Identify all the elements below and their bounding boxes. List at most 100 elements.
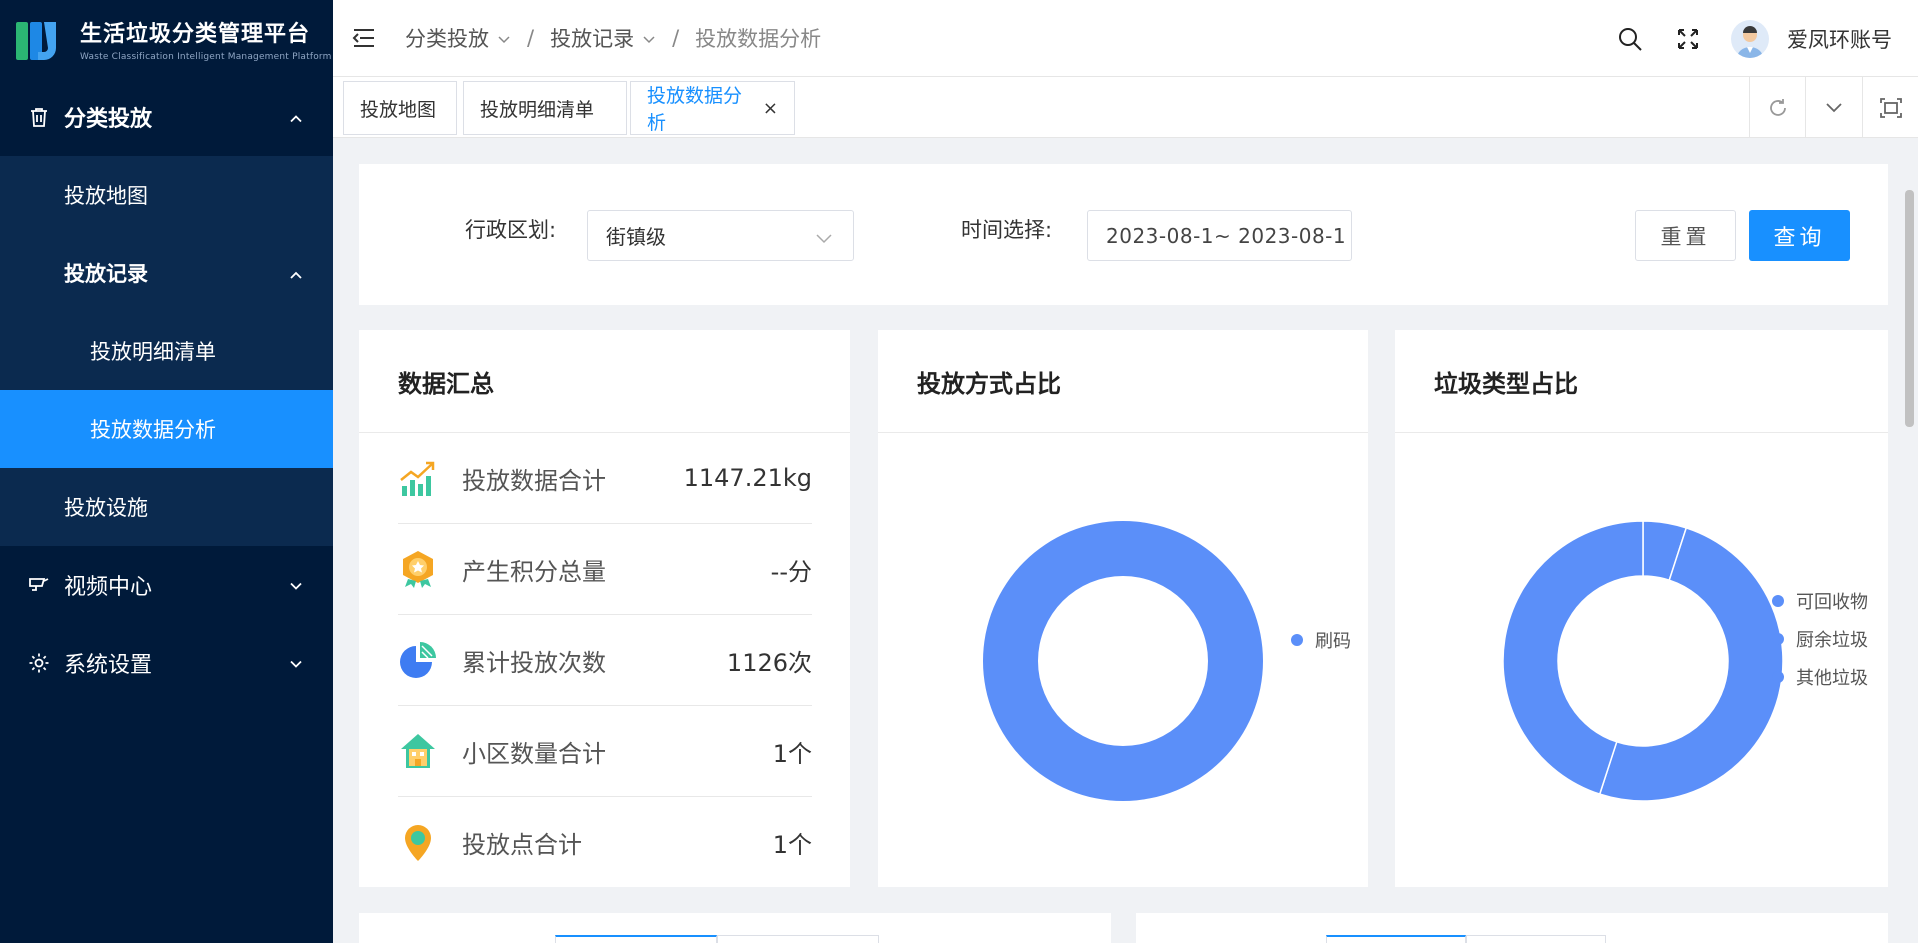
- summary-row-value: --分: [770, 557, 812, 586]
- sidebar-item-label: 投放明细清单: [90, 340, 216, 364]
- sidebar-item-label: 投放记录: [64, 262, 148, 286]
- summary-row-value: 1126次: [726, 648, 812, 677]
- medal-icon: [398, 549, 438, 589]
- donut-slice-刷码[interactable]: [983, 521, 1263, 801]
- chart-toggle-tab[interactable]: [555, 935, 717, 943]
- reset-button[interactable]: 重置: [1635, 210, 1736, 261]
- refresh-icon[interactable]: [1749, 77, 1805, 138]
- legend-dot: [1772, 633, 1784, 645]
- username[interactable]: 爱凤环账号: [1787, 24, 1892, 54]
- legend-dot: [1772, 595, 1784, 607]
- chevron-down-icon: [642, 26, 656, 50]
- chart-title: 投放方式占比: [878, 330, 1368, 433]
- sidebar-item-label: 分类投放: [64, 107, 153, 132]
- tags-bar: 投放地图 投放明细清单 投放数据分析 ×: [333, 77, 1918, 138]
- logo-icon: [14, 14, 64, 64]
- legend-item[interactable]: 可回收物: [1772, 588, 1868, 614]
- chart-toggle-tab[interactable]: [1466, 935, 1606, 943]
- legend-item[interactable]: 刷码: [1291, 627, 1351, 653]
- app-subtitle: Waste Classification Intelligent Managem…: [80, 52, 332, 62]
- chevron-down-icon: [289, 651, 303, 676]
- legend-label: 厨余垃圾: [1796, 630, 1868, 651]
- legend-item[interactable]: 其他垃圾: [1772, 664, 1868, 690]
- tab-disposal-detail-list[interactable]: 投放明细清单: [463, 81, 627, 135]
- waste-type-donut-chart: [1502, 520, 1784, 802]
- close-icon[interactable]: ×: [763, 98, 778, 119]
- app-title: 生活垃圾分类管理平台: [80, 22, 311, 47]
- chevron-down-icon: [289, 573, 303, 598]
- summary-card: 数据汇总 投放数据合计 1147.21kg 产生积分总量 --分 累计投放次数 …: [359, 330, 850, 887]
- chevron-down-icon: [497, 26, 511, 50]
- chevron-down-icon[interactable]: [1805, 77, 1861, 138]
- summary-row-label: 投放点合计: [462, 831, 582, 859]
- region-select[interactable]: 街镇级: [587, 210, 854, 261]
- summary-row-label: 产生积分总量: [462, 557, 606, 586]
- avatar[interactable]: [1731, 19, 1769, 58]
- sidebar-item-disposal-data-analysis[interactable]: 投放数据分析: [0, 390, 333, 468]
- sidebar-item-video-center[interactable]: 视频中心: [0, 546, 333, 624]
- house-icon: [398, 731, 438, 771]
- disposal-method-donut-chart: [983, 521, 1263, 801]
- summary-row-value: 1147.21kg: [683, 464, 812, 492]
- sidebar-item-system-settings[interactable]: 系统设置: [0, 624, 333, 702]
- sidebar-item-classified-disposal[interactable]: 分类投放: [0, 78, 333, 156]
- breadcrumb-separator: /: [672, 26, 680, 50]
- legend-dot: [1291, 634, 1303, 646]
- summary-row-label: 小区数量合计: [462, 739, 606, 768]
- tab-disposal-map[interactable]: 投放地图: [343, 81, 457, 135]
- logo: 生活垃圾分类管理平台 Waste Classification Intellig…: [0, 0, 333, 78]
- summary-row: 投放数据合计 1147.21kg: [398, 433, 812, 524]
- chevron-up-icon: [289, 261, 303, 285]
- sidebar-item-disposal-facilities[interactable]: 投放设施: [0, 468, 333, 546]
- location-pin-icon: [398, 823, 438, 863]
- sidebar-item-disposal-map[interactable]: 投放地图: [0, 156, 333, 234]
- region-select-value: 街镇级: [606, 225, 666, 249]
- date-range-picker[interactable]: 2023-08-1~ 2023-08-1: [1087, 210, 1352, 261]
- tab-label: 投放地图: [360, 98, 437, 121]
- summary-row-label: 投放数据合计: [462, 466, 606, 495]
- breadcrumb-item[interactable]: 分类投放: [405, 23, 511, 53]
- summary-row: 产生积分总量 --分: [398, 524, 812, 615]
- summary-row: 小区数量合计 1个: [398, 706, 812, 797]
- legend-dot: [1772, 671, 1784, 683]
- legend-item[interactable]: 厨余垃圾: [1772, 626, 1868, 652]
- breadcrumb-label: 分类投放: [405, 27, 489, 51]
- sidebar-item-disposal-records[interactable]: 投放记录: [0, 234, 333, 312]
- summary-row: 投放点合计 1个: [398, 797, 812, 888]
- disposal-method-card: 投放方式占比 刷码: [878, 330, 1368, 887]
- scrollbar[interactable]: [1905, 190, 1914, 427]
- tab-label: 投放数据分析: [647, 85, 743, 134]
- query-button[interactable]: 查询: [1749, 210, 1850, 261]
- top-header: 分类投放 / 投放记录 / 投放数据分析 爱凤环账号: [333, 0, 1918, 77]
- legend-label: 可回收物: [1796, 592, 1868, 613]
- legend-label: 刷码: [1315, 631, 1351, 652]
- chart-toggle-tab[interactable]: [717, 935, 879, 943]
- breadcrumb-item[interactable]: 投放记录: [550, 23, 656, 53]
- chevron-down-icon: [815, 226, 833, 250]
- sidebar-item-label: 投放地图: [64, 184, 148, 208]
- sidebar-item-label: 投放设施: [64, 496, 148, 520]
- summary-row-value: 1个: [772, 831, 812, 859]
- sidebar-item-label: 系统设置: [64, 653, 153, 678]
- waste-type-card: 垃圾类型占比 可回收物 厨余垃圾 其他垃圾: [1395, 330, 1888, 887]
- tab-disposal-data-analysis[interactable]: 投放数据分析 ×: [630, 81, 795, 135]
- fullscreen-icon[interactable]: [1673, 24, 1703, 54]
- summary-row: 累计投放次数 1126次: [398, 615, 812, 706]
- search-icon[interactable]: [1615, 24, 1645, 54]
- sidebar-item-disposal-detail-list[interactable]: 投放明细清单: [0, 312, 333, 390]
- sidebar-item-label: 投放数据分析: [90, 418, 216, 442]
- breadcrumb: 分类投放 / 投放记录 / 投放数据分析: [405, 23, 821, 53]
- trash-icon: [26, 104, 52, 130]
- breadcrumb-separator: /: [527, 26, 535, 50]
- chart-toggle-tab[interactable]: [1326, 935, 1466, 943]
- date-range-value: 2023-08-1~ 2023-08-1: [1106, 223, 1347, 248]
- breadcrumb-current: 投放数据分析: [695, 27, 822, 51]
- maximize-icon[interactable]: [1862, 77, 1918, 138]
- filter-panel: 行政区划: 街镇级 时间选择: 2023-08-1~ 2023-08-1 重置 …: [359, 164, 1888, 305]
- region-label: 行政区划:: [465, 218, 557, 242]
- bottom-right-card: [1136, 913, 1888, 943]
- sidebar-item-label: 视频中心: [64, 575, 153, 600]
- sidebar: 生活垃圾分类管理平台 Waste Classification Intellig…: [0, 0, 333, 943]
- breadcrumb-label: 投放记录: [550, 27, 635, 51]
- menu-collapse-icon[interactable]: [351, 25, 377, 51]
